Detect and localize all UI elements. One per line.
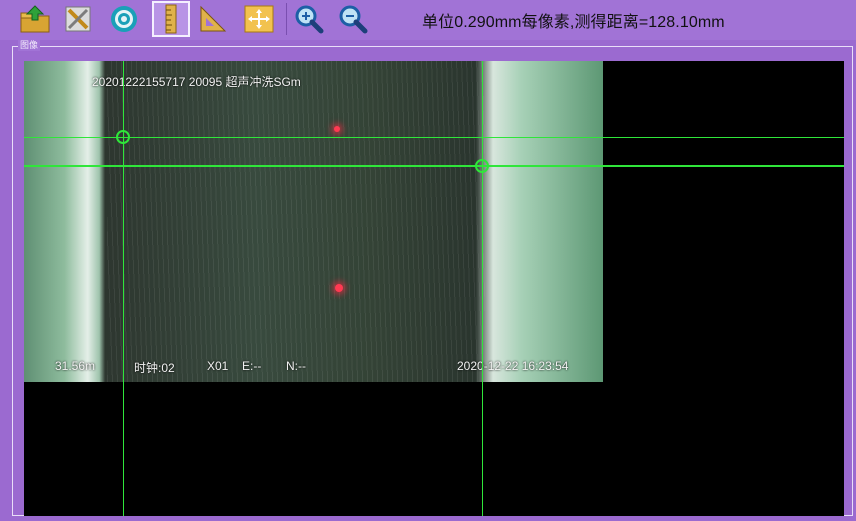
pan-button[interactable] [242,2,276,36]
zoom-out-icon [339,5,368,34]
circle-measure-button[interactable] [107,2,141,36]
measure-line-horizontal-1[interactable] [24,137,844,138]
camera-sensor-id: X01 [207,359,229,373]
camera-clock: 时钟:02 [134,361,175,375]
measure-line-vertical-2[interactable] [482,61,483,516]
toolbar-separator [286,3,287,35]
set-square-icon [200,5,227,32]
clear-button[interactable] [61,2,95,36]
ruler-measure-button[interactable] [152,1,190,37]
ruler-icon [165,4,177,34]
camera-east: E:-- [242,359,262,373]
camera-datetime: 2020-12-22 16:23:54 [457,359,569,373]
measure-point-end[interactable] [475,159,489,173]
camera-distance: 31.56m [55,359,96,373]
open-image-button[interactable] [18,2,52,36]
toolbar: 单位0.290mm每像素,测得距离=128.10mm [0,0,856,40]
eraser-icon [65,6,91,32]
zoom-in-button[interactable] [292,2,326,36]
pipe-wall-texture [107,61,485,382]
image-group-label: 图像 [18,39,41,51]
laser-point-lower [335,284,343,292]
angle-measure-button[interactable] [196,2,230,36]
measurement-unit-text: 单位0.290mm每像素,测得距离=128.10mm [422,14,725,31]
laser-point-upper [334,126,340,132]
target-circle-icon [111,6,137,32]
zoom-in-icon [295,5,324,34]
folder-up-icon [20,5,50,33]
camera-image: 20201222155717 20095 超声冲洗SGm 31.56m 时钟:0… [24,61,603,382]
image-viewport[interactable]: 20201222155717 20095 超声冲洗SGm 31.56m 时钟:0… [24,61,844,516]
measure-line-horizontal-2[interactable] [24,165,844,167]
measure-point-start[interactable] [116,130,130,144]
zoom-out-button[interactable] [336,2,370,36]
camera-north: N:-- [286,359,306,373]
move-arrows-icon [244,5,274,33]
